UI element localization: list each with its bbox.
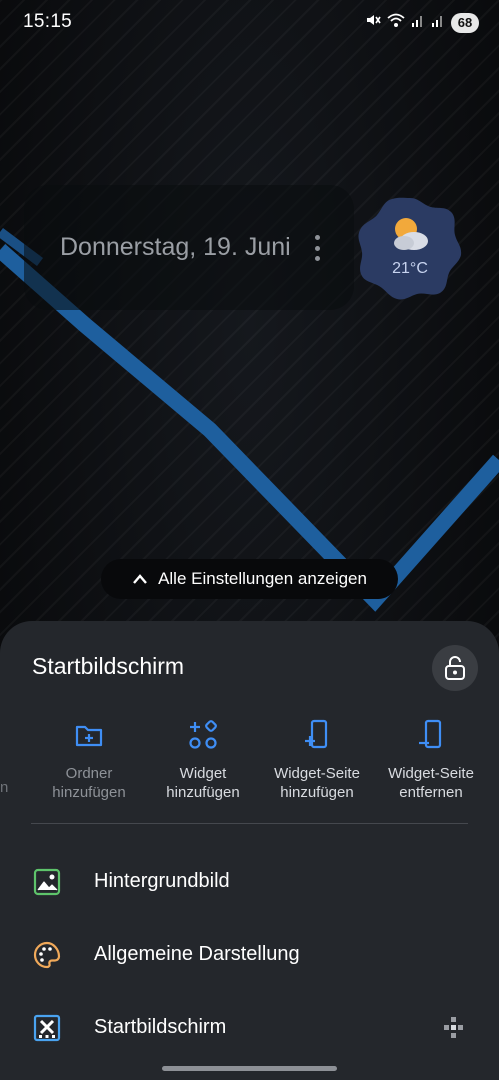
add-widget-label-1: Widget (179, 765, 227, 782)
home-screen-sheet: Startbildschirm n Ordner hinzufügen Widg… (0, 621, 499, 1080)
mute-icon (365, 12, 381, 33)
wallpaper-label: Hintergrundbild (94, 870, 230, 892)
add-widget-page-button[interactable]: Widget-Seite hinzufügen (257, 719, 377, 802)
signal-icon-1 (411, 12, 425, 33)
status-clock: 15:15 (23, 11, 73, 32)
date-text: Donnerstag, 19. Juni (60, 233, 291, 261)
remove-widget-page-button[interactable]: Widget-Seite entfernen (371, 719, 491, 802)
add-widget-label-2: hinzufügen (166, 784, 240, 801)
appearance-row[interactable]: Allgemeine Darstellung (0, 924, 499, 984)
wifi-icon (387, 12, 405, 33)
wallpaper-icon (33, 868, 61, 896)
remove-widget-page-label-2: entfernen (399, 784, 463, 801)
add-widget-button[interactable]: Widget hinzufügen (143, 719, 263, 802)
battery-indicator: 68 (451, 12, 479, 33)
partly-cloudy-icon (394, 218, 428, 250)
add-widget-page-icon (305, 719, 328, 749)
status-bar: 15:15 68 (0, 0, 499, 46)
unlock-icon (445, 656, 465, 680)
all-settings-button[interactable]: Alle Einstellungen anzeigen (101, 559, 398, 599)
home-grid-icon (33, 1014, 61, 1042)
weather-temperature: 21°C (392, 260, 428, 277)
wallpaper-row[interactable]: Hintergrundbild (0, 851, 499, 911)
add-folder-label-2: hinzufügen (52, 784, 126, 801)
sheet-divider (31, 823, 468, 824)
palette-icon (33, 941, 61, 969)
home-screen-row[interactable]: Startbildschirm (0, 997, 499, 1057)
shortcut-row: Ordner hinzufügen Widget hinzufügen Widg… (0, 719, 499, 809)
all-settings-label: Alle Einstellungen anzeigen (158, 569, 367, 588)
add-folder-label-1: Ordner (65, 765, 113, 782)
date-widget[interactable]: Donnerstag, 19. Juni (24, 185, 354, 310)
signal-icon-2 (431, 12, 445, 33)
home-screen-label: Startbildschirm (94, 1016, 227, 1038)
add-folder-icon (75, 725, 103, 747)
weather-widget[interactable]: 21°C (357, 196, 463, 302)
home-indicator[interactable] (162, 1066, 337, 1071)
lock-layout-button[interactable] (432, 645, 478, 691)
more-options-icon[interactable] (310, 235, 324, 261)
add-folder-button[interactable]: Ordner hinzufügen (29, 719, 149, 802)
add-widget-icon (189, 720, 217, 749)
add-widget-page-label-2: hinzufügen (280, 784, 354, 801)
remove-widget-page-icon (419, 719, 442, 749)
status-icons: 68 (365, 12, 479, 33)
remove-widget-page-label-1: Widget-Seite (388, 765, 474, 782)
add-widget-page-label-1: Widget-Seite (274, 765, 360, 782)
drag-handle-icon[interactable] (441, 1015, 467, 1041)
appearance-label: Allgemeine Darstellung (94, 943, 300, 965)
chevron-up-icon (133, 574, 147, 584)
sheet-title: Startbildschirm (32, 653, 185, 679)
